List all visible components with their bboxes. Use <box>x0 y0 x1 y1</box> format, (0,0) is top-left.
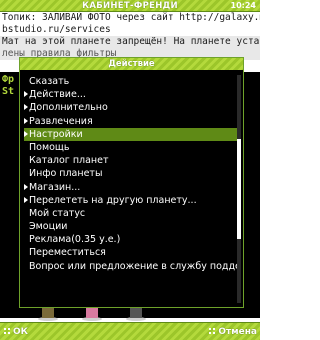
menu-item[interactable]: Эмоции <box>24 220 240 233</box>
menu-item[interactable]: Мой статус <box>24 207 240 220</box>
cancel-softkey[interactable]: Отмена <box>208 323 257 340</box>
menu-item-label: Развлечения <box>29 115 93 127</box>
menu-item-label: Каталог планет <box>29 155 109 167</box>
menu-item[interactable]: Настройки <box>24 127 240 141</box>
scroll-thumb[interactable] <box>237 139 241 239</box>
softkey-icon <box>3 327 11 335</box>
menu-item-label: Настройки <box>29 128 83 140</box>
submenu-arrow-icon <box>24 130 28 137</box>
menu-item[interactable]: Реклама(0.35 у.е.) <box>24 233 240 246</box>
menu-item[interactable]: Переместиться <box>24 246 240 259</box>
menu-item[interactable]: Инфо планеты <box>24 167 240 180</box>
chat-topic-line: Топик: ЗАЛИВАЙ ФОТО через сайт http://ga… <box>0 12 260 24</box>
menu-item-label: Вопрос или предложение в службу подде <box>29 260 240 272</box>
menu-item[interactable]: Магазин... <box>24 181 240 194</box>
menu-item-label: Помощь <box>29 141 70 153</box>
menu-item-label: Дополнительно <box>29 102 108 114</box>
submenu-arrow-icon <box>24 117 28 124</box>
submenu-arrow-icon <box>24 196 28 203</box>
menu-item-label: Мой статус <box>29 207 86 219</box>
action-dialog: Действие Сказать Действие... Дополнительно… <box>19 57 244 308</box>
ok-softkey[interactable]: ОК <box>3 323 28 340</box>
menu-item[interactable]: Вопрос или предложение в службу подде <box>24 260 240 273</box>
menu-item-label: Действие... <box>29 89 86 101</box>
status-label: St <box>2 86 15 97</box>
menu-item[interactable]: Перелететь на другую планету... <box>24 194 240 207</box>
user-label: Фр <box>2 74 15 85</box>
chat-topic-line: bstudio.ru/services <box>0 24 260 36</box>
menu-item-label: Эмоции <box>29 221 68 233</box>
menu-item[interactable]: Сказать <box>24 75 240 88</box>
clock: 10:24 <box>230 1 256 10</box>
menu-item[interactable]: Развлечения <box>24 115 240 128</box>
menu-item[interactable]: Действие... <box>24 88 240 101</box>
app-title: КАБИНЕТ-ФРЕНДИ <box>82 1 178 11</box>
menu-item-label: Перелететь на другую планету... <box>29 194 197 206</box>
menu-item-label: Сказать <box>29 76 70 87</box>
submenu-arrow-icon <box>24 91 28 98</box>
menu-item[interactable]: Дополнительно <box>24 101 240 114</box>
cancel-softkey-label: Отмена <box>218 327 257 337</box>
menu-item[interactable]: Каталог планет <box>24 154 240 167</box>
softkey-bar: ОК Отмена <box>0 322 260 340</box>
dialog-title: Действие <box>20 58 243 70</box>
softkey-icon <box>208 327 217 335</box>
menu-item-label: Реклама(0.35 у.е.) <box>29 234 121 246</box>
menu-item[interactable]: Помощь <box>24 141 240 154</box>
menu-item-label: Инфо планеты <box>29 168 103 180</box>
submenu-arrow-icon <box>24 104 28 111</box>
title-bar: КАБИНЕТ-ФРЕНДИ 10:24 <box>0 0 260 12</box>
menu-scrollbar[interactable] <box>237 75 241 303</box>
action-menu: Сказать Действие... Дополнительно Развлечен… <box>24 75 240 273</box>
submenu-arrow-icon <box>24 183 28 190</box>
ok-softkey-label: ОК <box>13 327 29 337</box>
menu-item-label: Магазин... <box>29 181 81 193</box>
menu-item-label: Переместиться <box>29 247 106 259</box>
chat-rule-line: Мат на этой планете запрещён! На планете… <box>0 36 260 48</box>
